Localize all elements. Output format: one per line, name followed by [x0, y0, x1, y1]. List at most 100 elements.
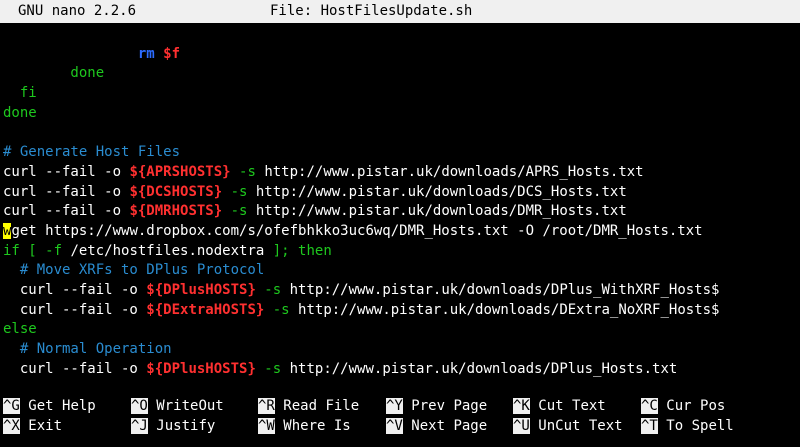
shortcut-key: ^Y [386, 398, 403, 414]
code-token: curl --fail -o [3, 360, 147, 377]
shortcut-key: ^X [3, 418, 20, 434]
code-token: ${DMRHOSTS} [129, 203, 223, 220]
code-token: rm [137, 45, 155, 62]
code-token: -s [255, 360, 282, 377]
code-token: ${APRSHOSTS} [129, 163, 231, 180]
shortcut-where-is[interactable]: ^W Where Is [258, 416, 351, 436]
code-token: curl --fail -o [3, 281, 147, 298]
shortcut-get-help[interactable]: ^G Get Help [3, 396, 96, 416]
shortcut-key: ^T [641, 418, 658, 434]
code-token: ${DExtraHOSTS} [146, 301, 265, 318]
shortcut-key: ^J [131, 418, 148, 434]
shortcut-key: ^O [131, 398, 148, 414]
shortcut-cut-text[interactable]: ^K Cut Text [513, 396, 606, 416]
shortcut-label: Where Is [283, 418, 351, 434]
code-token: http://www.pistar.uk/downloads/APRS_Host… [255, 163, 644, 180]
shortcut-key: ^U [513, 418, 530, 434]
code-token: ${DCSHOSTS} [129, 183, 223, 200]
code-token: $f [163, 45, 181, 62]
code-token: http://www.pistar.uk/downloads/DPlus_Wit… [281, 281, 720, 298]
code-line[interactable]: # Move XRFs to DPlus Protocol [3, 261, 800, 281]
shortcut-label: Cur Pos [666, 398, 726, 414]
shortcut-key: ^K [513, 398, 530, 414]
code-line[interactable]: wget https://www.dropbox.com/s/ofefbhkko… [3, 222, 800, 242]
code-token: -s [222, 183, 248, 200]
code-line[interactable]: curl --fail -o ${DPlusHOSTS} -s http://w… [3, 360, 800, 380]
code-line[interactable]: curl --fail -o ${DPlusHOSTS} -s http://w… [3, 281, 800, 301]
code-token: http://www.pistar.uk/downloads/DPlus_Hos… [281, 360, 678, 377]
code-token: fi [3, 85, 37, 102]
code-token: /etc/hostfiles.nodextra [70, 242, 265, 259]
shortcut-label: Read File [283, 398, 360, 414]
code-token: -s [230, 163, 256, 180]
code-token: else [3, 321, 37, 338]
shortcut-bar: ^G Get Help ^O WriteOut ^R Read File ^Y Pre… [0, 396, 800, 436]
shortcut-label: Get Help [28, 398, 96, 414]
shortcut-writeout[interactable]: ^O WriteOut [131, 396, 224, 416]
code-token: # Generate Host Files [3, 144, 181, 161]
shortcut-key: ^R [258, 398, 275, 414]
code-token: done [3, 104, 37, 121]
code-line[interactable]: fi [3, 84, 800, 104]
code-token: http://www.pistar.uk/downloads/DCS_Hosts… [247, 183, 627, 200]
shortcut-key: ^C [641, 398, 658, 414]
shortcut-row: ^G Get Help ^O WriteOut ^R Read File ^Y Pre… [0, 396, 800, 416]
code-token: curl --fail -o [3, 163, 130, 180]
code-line[interactable]: done [3, 104, 800, 124]
shortcut-label: To Spell [666, 418, 734, 434]
shortcut-label: WriteOut [156, 398, 224, 414]
code-line[interactable]: done [3, 64, 800, 84]
code-token: curl --fail -o [3, 301, 147, 318]
shortcut-label: Prev Page [411, 398, 488, 414]
title-bar: GNU nano 2.2.6 File: HostFilesUpdate.sh [0, 0, 800, 23]
code-token: -s [255, 281, 282, 298]
code-line[interactable]: # Normal Operation [3, 340, 800, 360]
shortcut-label: Next Page [411, 418, 488, 434]
code-line[interactable]: else [3, 320, 800, 340]
editor-buffer[interactable]: rm $f done fi done # Generate Host Files c… [3, 25, 800, 379]
code-line[interactable]: curl --fail -o ${DMRHOSTS} -s http://www… [3, 202, 800, 222]
code-line[interactable]: curl --fail -o ${APRSHOSTS} -s http://ww… [3, 163, 800, 183]
code-line[interactable]: curl --fail -o ${DCSHOSTS} -s http://www… [3, 183, 800, 203]
shortcut-uncut-text[interactable]: ^U UnCut Text [513, 416, 623, 436]
shortcut-key: ^V [386, 418, 403, 434]
terminal-window: GNU nano 2.2.6 File: HostFilesUpdate.sh … [0, 0, 800, 447]
shortcut-label: Justify [156, 418, 216, 434]
shortcut-cur-pos[interactable]: ^C Cur Pos [641, 396, 725, 416]
code-line[interactable]: curl --fail -o ${DExtraHOSTS} -s http://… [3, 301, 800, 321]
shortcut-read-file[interactable]: ^R Read File [258, 396, 359, 416]
code-token: curl --fail -o [3, 203, 130, 220]
code-token: http://www.pistar.uk/downloads/DExtra_No… [289, 301, 720, 318]
code-line[interactable] [3, 25, 800, 45]
shortcut-to-spell[interactable]: ^T To Spell [641, 416, 734, 436]
code-token: ${DPlusHOSTS} [146, 360, 256, 377]
shortcut-next-page[interactable]: ^V Next Page [386, 416, 487, 436]
code-line[interactable]: # Generate Host Files [3, 143, 800, 163]
code-token: if [ -f [3, 242, 71, 259]
code-token: http://www.pistar.uk/downloads/DMR_Hosts… [247, 203, 627, 220]
shortcut-row: ^X Exit ^J Justify ^W Where Is ^V Next Page… [0, 416, 800, 436]
code-token: -s [264, 301, 290, 318]
code-token: done [3, 65, 105, 82]
shortcut-prev-page[interactable]: ^Y Prev Page [386, 396, 487, 416]
code-line[interactable]: rm $f [3, 45, 800, 65]
shortcut-justify[interactable]: ^J Justify [131, 416, 215, 436]
shortcut-label: UnCut Text [538, 418, 623, 434]
app-version: GNU nano 2.2.6 [18, 3, 137, 19]
code-token: ${DPlusHOSTS} [146, 281, 256, 298]
code-line[interactable]: if [ -f /etc/hostfiles.nodextra ]; then [3, 242, 800, 262]
file-name: File: HostFilesUpdate.sh [270, 3, 473, 19]
code-line[interactable] [3, 123, 800, 143]
code-token: get https://www.dropbox.com/s/ofefbhkko3… [11, 222, 703, 239]
code-token: # Move XRFs to DPlus Protocol [3, 262, 265, 279]
shortcut-label: Exit [28, 418, 63, 434]
shortcut-key: ^G [3, 398, 20, 414]
shortcut-label: Cut Text [538, 398, 606, 414]
shortcut-key: ^W [258, 418, 275, 434]
code-token: ]; then [264, 242, 332, 259]
shortcut-exit[interactable]: ^X Exit [3, 416, 62, 436]
